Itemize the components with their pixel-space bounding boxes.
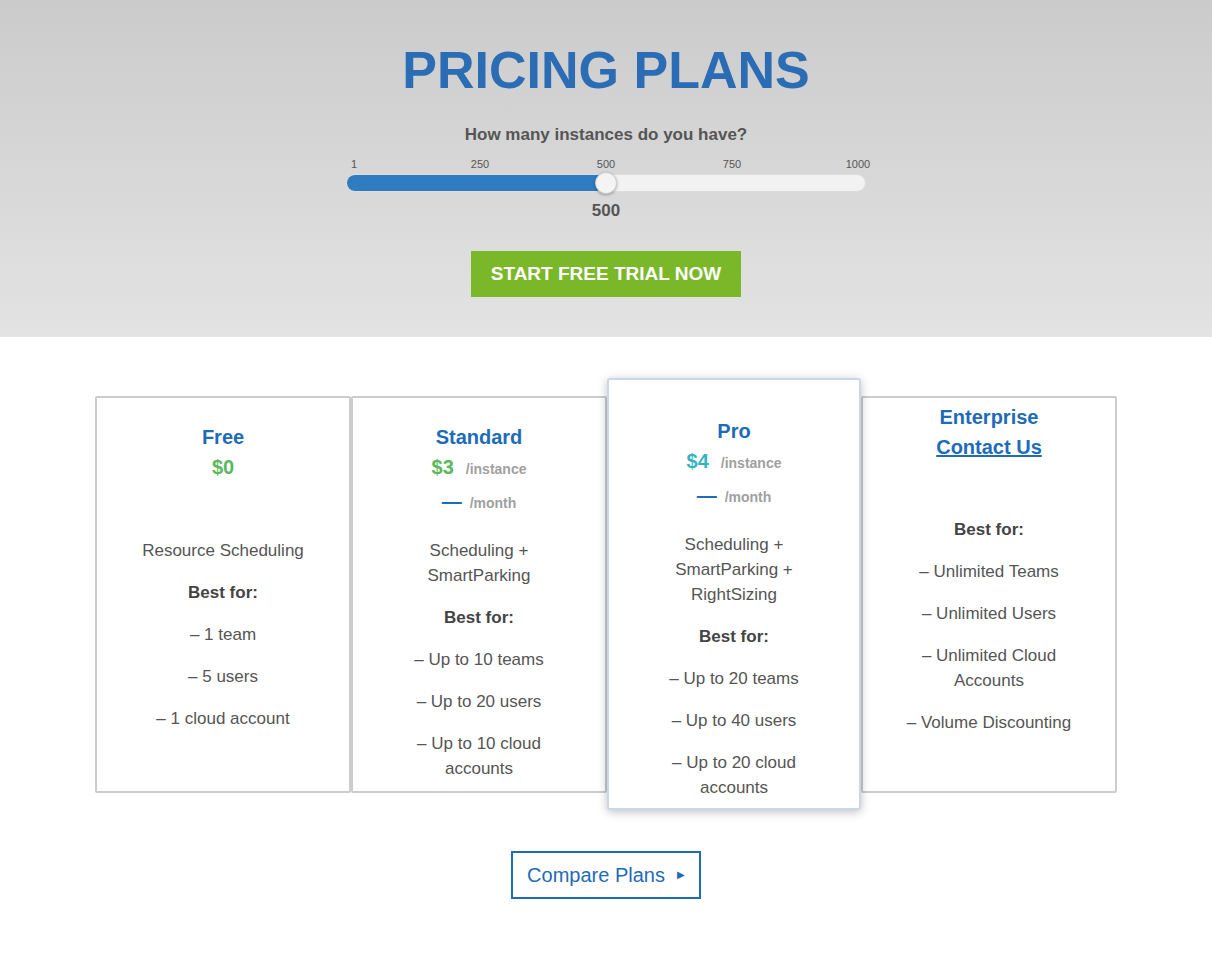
plan-item: – Up to 10 cloud accounts <box>389 731 569 781</box>
plan-content: Free$0 Resource Scheduling Best for: – 1 te… <box>97 398 349 731</box>
plan-item: – 1 cloud account <box>156 706 289 731</box>
plan-name: Free <box>202 422 244 452</box>
plan-price: $0 <box>212 452 234 482</box>
plan-content: EnterpriseContact Us Best for: – Unlimited… <box>863 398 1115 735</box>
period-row: —/month <box>697 479 772 512</box>
slider-fill <box>347 175 606 191</box>
price-row: $4/instance <box>687 446 782 476</box>
slider-question: How many instances do you have? <box>465 125 747 145</box>
plan-item: – 1 team <box>190 622 256 647</box>
period-dash: — <box>697 479 717 512</box>
plan-content: Standard$3/instance—/month Scheduling + S… <box>353 398 605 781</box>
price-unit: /instance <box>466 454 527 484</box>
plan-item: – Unlimited Teams <box>919 559 1059 584</box>
period-row: —/month <box>442 485 517 518</box>
plan-features: Scheduling + SmartParking <box>394 538 564 588</box>
plan-card: Pro$4/instance—/monthScheduling + SmartP… <box>607 378 861 810</box>
price-period: /month <box>470 487 517 520</box>
slider-value: 500 <box>592 201 620 221</box>
price-unit: /instance <box>721 448 782 478</box>
pricing-section: Free$0 Resource Scheduling Best for: – 1 te… <box>0 337 1212 899</box>
period-dash: — <box>442 485 462 518</box>
slider-thumb[interactable] <box>595 172 617 194</box>
plan-item: – Up to 20 teams <box>669 666 798 691</box>
plan-item: – 5 users <box>188 664 258 689</box>
plan-price: $4 <box>687 446 709 476</box>
slider-tick: 1000 <box>838 157 878 171</box>
hero-banner: PRICING PLANS How many instances do you h… <box>0 0 1212 337</box>
plan-card: Standard$3/instance—/month Scheduling + S… <box>351 396 607 793</box>
plan-card: Free$0 Resource Scheduling Best for: – 1 te… <box>95 396 351 793</box>
plans-row: Free$0 Resource Scheduling Best for: – 1 te… <box>95 378 1117 810</box>
slider-tick: 500 <box>586 157 626 171</box>
price-period: /month <box>725 481 772 514</box>
plan-features: Scheduling + SmartParking + RightSizing <box>649 532 819 607</box>
contact-us-link[interactable]: Contact Us <box>936 432 1042 462</box>
page-title: PRICING PLANS <box>402 40 809 100</box>
plan-content: Pro$4/instance—/monthScheduling + SmartP… <box>609 380 859 800</box>
compare-plans-button[interactable]: Compare Plans ▶ <box>511 851 701 899</box>
compare-plans-label: Compare Plans <box>527 863 665 887</box>
best-for-label: Best for: <box>444 605 514 630</box>
plan-item: – Unlimited Cloud Accounts <box>899 643 1079 693</box>
best-for-label: Best for: <box>954 517 1024 542</box>
start-trial-button[interactable]: START FREE TRIAL NOW <box>471 251 741 297</box>
price-row: $3/instance <box>432 452 527 482</box>
caret-right-icon: ▶ <box>677 869 685 881</box>
plan-name: Enterprise <box>940 402 1039 432</box>
slider-tick: 1 <box>334 157 374 171</box>
plan-item: – Volume Discounting <box>907 710 1071 735</box>
slider-tick: 750 <box>712 157 752 171</box>
best-for-label: Best for: <box>188 580 258 605</box>
plan-item: – Unlimited Users <box>922 601 1056 626</box>
plan-features: Resource Scheduling <box>142 538 304 563</box>
plan-name: Pro <box>717 416 750 446</box>
plan-card: EnterpriseContact Us Best for: – Unlimited… <box>861 396 1117 793</box>
plan-item: – Up to 40 users <box>672 708 797 733</box>
slider-track[interactable] <box>346 174 866 192</box>
price-row: $0 <box>212 452 234 482</box>
plan-name: Standard <box>436 422 523 452</box>
best-for-label: Best for: <box>699 624 769 649</box>
plan-item: – Up to 10 teams <box>414 647 543 672</box>
plan-item: – Up to 20 users <box>417 689 542 714</box>
slider-tick: 250 <box>460 157 500 171</box>
plan-item: – Up to 20 cloud accounts <box>644 750 824 800</box>
slider-ticks: 1 250 500 750 1000 <box>334 157 878 171</box>
plan-price: $3 <box>432 452 454 482</box>
